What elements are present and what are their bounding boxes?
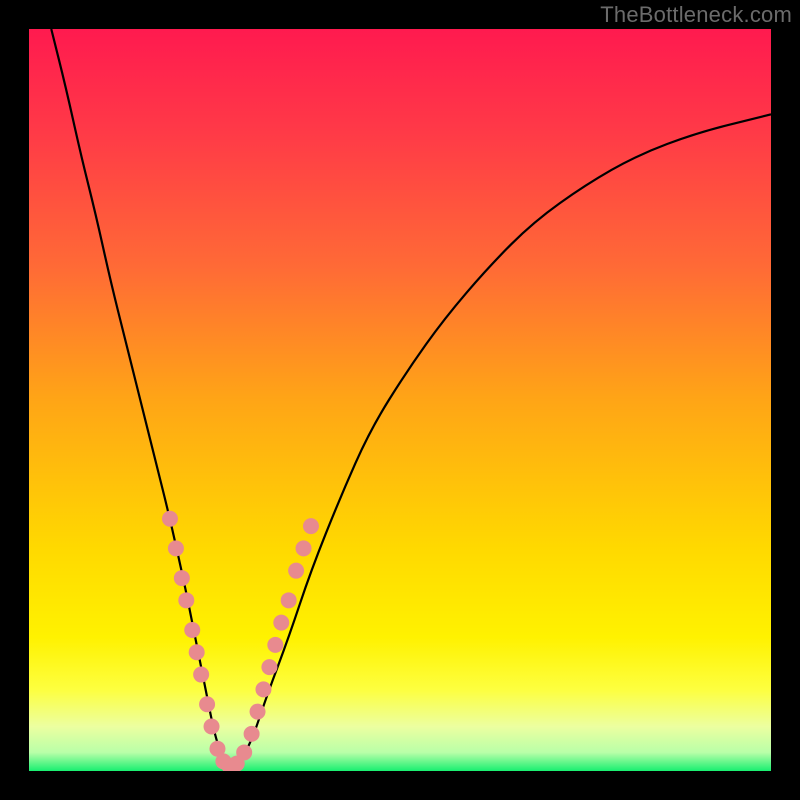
highlight-dot <box>281 592 297 608</box>
highlight-dot <box>162 511 178 527</box>
highlight-dots <box>162 511 319 771</box>
curve-chart <box>29 29 771 771</box>
highlight-dot <box>199 696 215 712</box>
highlight-dot <box>250 704 266 720</box>
highlight-dot <box>288 563 304 579</box>
chart-frame <box>29 29 771 771</box>
highlight-dot <box>255 681 271 697</box>
highlight-dot <box>189 644 205 660</box>
bottleneck-curve <box>51 29 771 767</box>
highlight-dot <box>236 744 252 760</box>
highlight-dot <box>178 592 194 608</box>
highlight-dot <box>174 570 190 586</box>
highlight-dot <box>204 718 220 734</box>
highlight-dot <box>296 540 312 556</box>
watermark-text: TheBottleneck.com <box>600 2 792 28</box>
highlight-dot <box>184 622 200 638</box>
highlight-dot <box>267 637 283 653</box>
highlight-dot <box>273 615 289 631</box>
highlight-dot <box>168 540 184 556</box>
highlight-dot <box>244 726 260 742</box>
highlight-dot <box>303 518 319 534</box>
highlight-dot <box>261 659 277 675</box>
highlight-dot <box>193 667 209 683</box>
